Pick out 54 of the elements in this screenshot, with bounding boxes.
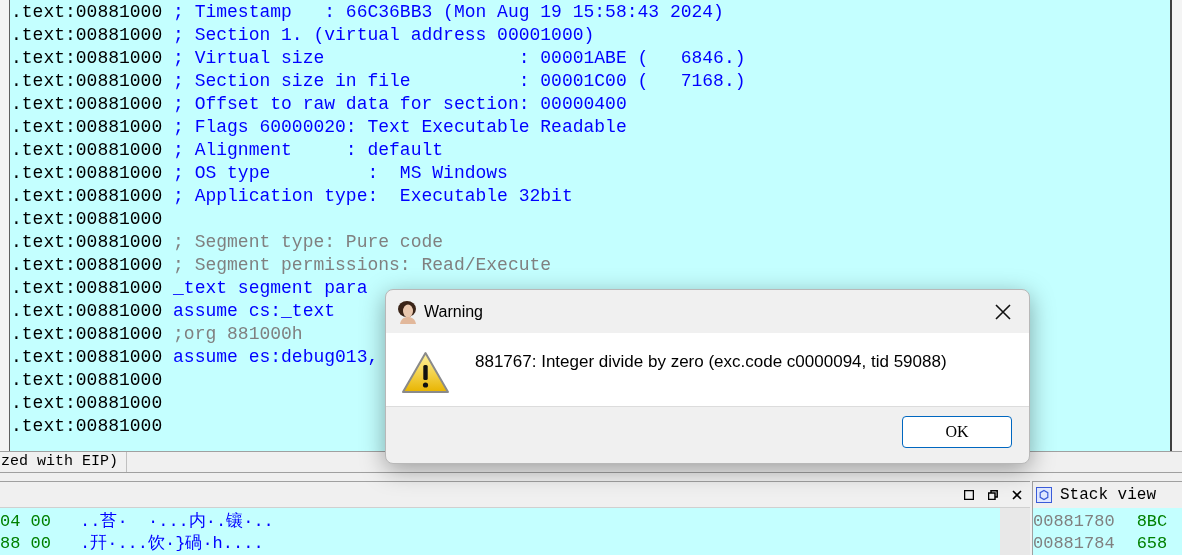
line-address: .text:00881000 [11, 300, 163, 323]
line-address: .text:00881000 [11, 277, 163, 300]
line-address: .text:00881000 [11, 392, 163, 415]
line-address: .text:00881000 [11, 70, 163, 93]
warning-icon [401, 351, 450, 394]
dialog-title: Warning [424, 301, 483, 322]
comment-line: ; Virtual size : 00001ABE ( 6846.) [173, 47, 746, 70]
line-address: .text:00881000 [11, 323, 163, 346]
line-address: .text:00881000 [11, 254, 163, 277]
comment-line: ; Alignment : default [173, 139, 444, 162]
status-text: zed with EIP) [0, 452, 128, 473]
stack-value: 658 [1136, 533, 1168, 555]
dialog-message: 881767: Integer divide by zero (exc.code c0000094, tid 59088) [475, 351, 947, 373]
line-address: .text:00881000 [11, 1, 163, 24]
line-address: .text:00881000 [11, 415, 163, 438]
code-line: _text segment para [173, 277, 368, 300]
code-line: assume cs:_text [173, 300, 336, 323]
comment-line: ; Segment permissions: Read/Execute [173, 254, 552, 277]
line-address: .text:00881000 [11, 346, 163, 369]
line-address: .text:00881000 [11, 231, 163, 254]
line-address: .text:00881000 [11, 369, 163, 392]
person-icon [396, 299, 418, 324]
line-address: .text:00881000 [11, 139, 163, 162]
comment-line: ; Section size in file : 00001C00 ( 7168.) [173, 70, 746, 93]
hex-bytes: 04 00 [0, 511, 52, 533]
comment-line: ; OS type : MS Windows [173, 162, 508, 185]
ascii-text: .幵·...饮·}碢·h.... [80, 533, 264, 555]
line-address: .text:00881000 [11, 162, 163, 185]
comment-line: ;org 881000h [173, 323, 303, 346]
comment-line: ; Timestamp : 66C36BB3 (Mon Aug 19 15:58:43 2024) [173, 1, 724, 24]
line-address: .text:00881000 [11, 116, 163, 139]
comment-line: ; Offset to raw data for section: 00000400 [173, 93, 627, 116]
restore-icon[interactable] [988, 489, 998, 500]
ok-button[interactable]: OK [902, 416, 1012, 448]
maximize-icon[interactable] [964, 489, 974, 500]
comment-line: ; Section 1. (virtual address 00001000) [173, 24, 595, 47]
line-address: .text:00881000 [11, 93, 163, 116]
comment-line: ; Flags 60000020: Text Executable Readable [173, 116, 627, 139]
stack-address: 00881780 [1033, 511, 1115, 533]
panel-title: Stack view [1060, 485, 1156, 506]
line-address: .text:00881000 [11, 47, 163, 70]
line-address: .text:00881000 [11, 208, 163, 231]
scrollbar[interactable] [1000, 508, 1030, 555]
line-address: .text:00881000 [11, 24, 163, 47]
window-icon [1036, 487, 1052, 503]
close-icon[interactable] [1012, 489, 1022, 500]
code-line: assume es:debug013, [173, 346, 379, 369]
ascii-text: ..苔· ·...内·.镶·.. [80, 511, 274, 533]
comment-line: ; Application type: Executable 32bit [173, 185, 573, 208]
line-address: .text:00881000 [11, 185, 163, 208]
stack-value: 8BC [1136, 511, 1168, 533]
stack-address: 00881784 [1033, 533, 1115, 555]
hex-bytes: 88 00 [0, 533, 52, 555]
comment-line: ; Segment type: Pure code [173, 231, 444, 254]
